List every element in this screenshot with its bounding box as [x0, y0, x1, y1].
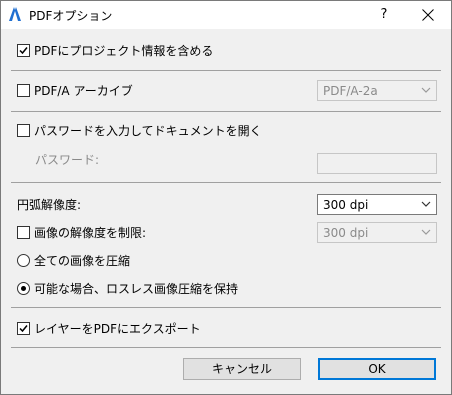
limit-image-resolution-option[interactable]: 画像の解像度を制限:: [17, 224, 146, 240]
compress-all-images-label: 全ての画像を圧縮: [34, 253, 131, 268]
separator: [11, 307, 441, 308]
lossless-compression-radio[interactable]: [17, 281, 30, 295]
lossless-compression-label: 可能な場合、ロスレス画像圧縮を保持: [34, 281, 239, 296]
window-title: PDFオプション: [29, 9, 113, 23]
title-bar[interactable]: PDFオプション ?: [1, 1, 451, 29]
ok-button[interactable]: OK: [318, 358, 436, 380]
arc-resolution-value: 300 dpi: [323, 198, 369, 212]
export-layers-label: レイヤーをPDFにエクスポート: [34, 321, 201, 336]
pdfa-archive-checkbox[interactable]: [17, 83, 30, 97]
archicad-app-icon: [7, 6, 23, 22]
close-icon: [422, 9, 434, 21]
compress-all-images-option[interactable]: 全ての画像を圧縮: [17, 252, 130, 268]
help-button[interactable]: ?: [369, 1, 399, 29]
password-open-option[interactable]: パスワードを入力してドキュメントを開く: [17, 122, 262, 138]
radio-selected-dot: [21, 285, 26, 291]
chevron-down-icon: [421, 201, 431, 207]
close-button[interactable]: [405, 1, 451, 29]
cancel-button[interactable]: キャンセル: [183, 358, 301, 380]
checkmark-icon: [19, 46, 28, 54]
export-layers-option[interactable]: レイヤーをPDFにエクスポート: [17, 320, 201, 336]
include-project-info-label: PDFにプロジェクト情報を含める: [34, 43, 214, 58]
pdfa-archive-option[interactable]: PDF/A アーカイブ: [17, 82, 133, 98]
include-project-info-option[interactable]: PDFにプロジェクト情報を含める: [17, 42, 213, 58]
password-field-label: パスワード:: [35, 152, 100, 167]
chevron-down-icon: [421, 87, 431, 93]
password-input[interactable]: [317, 153, 437, 174]
password-open-checkbox[interactable]: [17, 123, 30, 137]
export-layers-checkbox[interactable]: [17, 321, 30, 335]
chevron-down-icon: [421, 229, 431, 235]
compress-all-images-radio[interactable]: [17, 253, 30, 267]
pdfa-archive-label: PDF/A アーカイブ: [34, 83, 133, 98]
separator: [11, 111, 441, 112]
separator: [11, 70, 441, 71]
arc-resolution-label: 円弧解像度:: [17, 197, 82, 212]
checkmark-icon: [19, 324, 28, 332]
lossless-compression-option[interactable]: 可能な場合、ロスレス画像圧縮を保持: [17, 280, 238, 296]
separator: [11, 182, 441, 183]
pdf-options-dialog: PDFオプション ? PDFにプロジェクト情報を含める PDF/A アーカイブ …: [0, 0, 452, 395]
image-resolution-value: 300 dpi: [323, 226, 369, 240]
pdfa-format-select[interactable]: PDF/A-2a: [317, 80, 437, 101]
password-open-label: パスワードを入力してドキュメントを開く: [34, 123, 262, 138]
image-resolution-select[interactable]: 300 dpi: [317, 222, 437, 243]
limit-image-resolution-checkbox[interactable]: [17, 225, 30, 239]
pdfa-format-value: PDF/A-2a: [323, 84, 378, 98]
separator: [11, 347, 441, 348]
include-project-info-checkbox[interactable]: [17, 43, 30, 57]
arc-resolution-select[interactable]: 300 dpi: [317, 194, 437, 215]
limit-image-resolution-label: 画像の解像度を制限:: [34, 225, 147, 240]
